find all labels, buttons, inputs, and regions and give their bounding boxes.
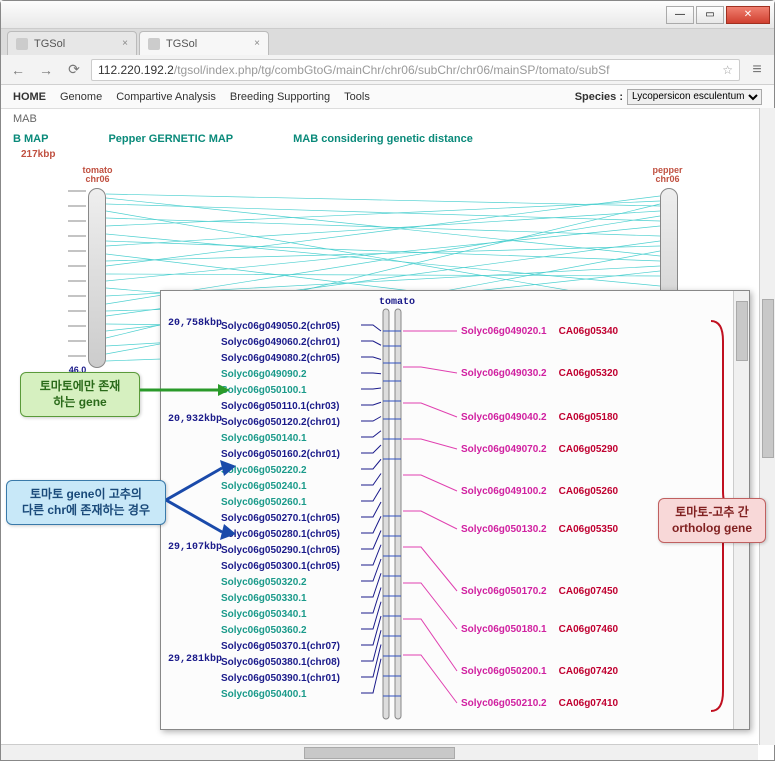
menu-genome[interactable]: Genome — [60, 91, 102, 103]
gene-row[interactable]: Solyc06g050340.1 — [221, 607, 340, 623]
tab-title: TGSol — [166, 38, 197, 50]
ortholog-row[interactable]: Solyc06g049100.2CA06g05260 — [461, 487, 618, 497]
arrow-blue — [166, 460, 236, 540]
gene-row[interactable]: Solyc06g050100.1 — [221, 383, 340, 399]
gene-row[interactable]: Solyc06g050110.1(chr03) — [221, 399, 340, 415]
species-selector: Species : Lycopersicon esculentum — [575, 89, 762, 105]
callout-ortholog: 토마토-고추 간ortholog gene — [658, 498, 766, 543]
gene-row[interactable]: Solyc06g050280.1(chr05) — [221, 527, 340, 543]
ortholog-row[interactable]: Solyc06g050130.2CA06g05350 — [461, 525, 618, 535]
back-button[interactable]: ← — [7, 59, 29, 81]
browser-tab-0[interactable]: TGSol × — [7, 31, 137, 55]
site-menu: HOME Genome Compartive Analysis Breeding… — [1, 85, 774, 109]
gene-row[interactable]: Solyc06g050370.1(chr07) — [221, 639, 340, 655]
gene-row[interactable]: Solyc06g050140.1 — [221, 431, 340, 447]
window-titlebar: — ▭ ✕ — [1, 1, 774, 29]
ortholog-row[interactable]: Solyc06g050170.2CA06g07450 — [461, 587, 618, 597]
species-label: Species : — [575, 91, 623, 103]
close-button[interactable]: ✕ — [726, 6, 770, 24]
forward-button[interactable]: → — [35, 59, 57, 81]
callout-tomato-only: 토마토에만 존재하는 gene — [20, 372, 140, 417]
menu-tools[interactable]: Tools — [344, 91, 370, 103]
gene-row[interactable]: Solyc06g049080.2(chr05) — [221, 351, 340, 367]
favicon-icon — [16, 38, 28, 50]
url-host: 112.220.192.2 — [98, 63, 174, 77]
gene-row[interactable]: Solyc06g050380.1(chr08) — [221, 655, 340, 671]
callout-other-chr: 토마토 gene이 고추의다른 chr에 존재하는 경우 — [6, 480, 166, 525]
url-path: /tgsol/index.php/tg/combGtoG/mainChr/chr… — [174, 63, 610, 77]
ortholog-row[interactable]: Solyc06g050210.2CA06g07410 — [461, 699, 618, 709]
minimize-button[interactable]: — — [666, 6, 694, 24]
kbp-label: 29,281kbp — [168, 654, 222, 665]
link-bmap[interactable]: B MAP — [13, 133, 48, 145]
gene-row[interactable]: Solyc06g049050.2(chr05) — [221, 319, 340, 335]
gene-row[interactable]: Solyc06g050300.1(chr05) — [221, 559, 340, 575]
gene-row[interactable]: Solyc06g050220.2 — [221, 463, 340, 479]
browser-tab-1[interactable]: TGSol × — [139, 31, 269, 55]
close-icon[interactable]: × — [254, 38, 260, 49]
link-mab[interactable]: MAB considering genetic distance — [293, 133, 473, 145]
link-pepper-map[interactable]: Pepper GERNETIC MAP — [108, 133, 233, 145]
ortholog-row[interactable]: Solyc06g050180.1CA06g07460 — [461, 625, 618, 635]
gene-row[interactable]: Solyc06g050260.1 — [221, 495, 340, 511]
reload-button[interactable]: ⟳ — [63, 59, 85, 81]
gene-row[interactable]: Solyc06g050360.2 — [221, 623, 340, 639]
kbp-label: 20,758kbp — [168, 318, 222, 329]
kbp-label: 29,107kbp — [168, 542, 222, 553]
gene-row[interactable]: Solyc06g050160.2(chr01) — [221, 447, 340, 463]
species-dropdown[interactable]: Lycopersicon esculentum — [627, 89, 762, 105]
map-links: B MAP Pepper GERNETIC MAP MAB considerin… — [1, 129, 774, 149]
gene-row[interactable]: Solyc06g049060.2(chr01) — [221, 335, 340, 351]
gene-row[interactable]: Solyc06g050120.2(chr01) — [221, 415, 340, 431]
menu-button[interactable]: ≡ — [746, 59, 768, 81]
ortholog-row[interactable]: Solyc06g049040.2CA06g05180 — [461, 413, 618, 423]
tabstrip: TGSol × TGSol × — [1, 29, 774, 55]
horizontal-scrollbar[interactable] — [1, 744, 758, 760]
favicon-icon — [148, 38, 160, 50]
address-bar: ← → ⟳ 112.220.192.2/tgsol/index.php/tg/c… — [1, 55, 774, 85]
url-field[interactable]: 112.220.192.2/tgsol/index.php/tg/combGto… — [91, 59, 740, 81]
maximize-button[interactable]: ▭ — [696, 6, 724, 24]
ortholog-row[interactable]: Solyc06g049030.2CA06g05320 — [461, 369, 618, 379]
scale-label: 217kbp — [1, 149, 774, 160]
vertical-scrollbar[interactable] — [759, 108, 775, 745]
gene-row[interactable]: Solyc06g050290.1(chr05) — [221, 543, 340, 559]
menu-home[interactable]: HOME — [13, 91, 46, 103]
gene-row[interactable]: Solyc06g050400.1 — [221, 687, 340, 703]
ortholog-row[interactable]: Solyc06g050200.1CA06g07420 — [461, 667, 618, 677]
close-icon[interactable]: × — [122, 38, 128, 49]
menu-breeding[interactable]: Breeding Supporting — [230, 91, 330, 103]
gene-row[interactable]: Solyc06g050390.1(chr01) — [221, 671, 340, 687]
bookmark-star-icon[interactable]: ☆ — [722, 63, 733, 77]
gene-list: Solyc06g049050.2(chr05)Solyc06g049060.2(… — [221, 319, 340, 703]
tab-title: TGSol — [34, 38, 65, 50]
ortholog-row[interactable]: Solyc06g049070.2CA06g05290 — [461, 445, 618, 455]
breadcrumb: MAB — [1, 109, 774, 129]
kbp-label: 20,932kbp — [168, 414, 222, 425]
gene-row[interactable]: Solyc06g050330.1 — [221, 591, 340, 607]
gene-row[interactable]: Solyc06g050270.1(chr05) — [221, 511, 340, 527]
arrow-green — [140, 382, 230, 402]
gene-row[interactable]: Solyc06g050320.2 — [221, 575, 340, 591]
menu-comparative[interactable]: Compartive Analysis — [116, 91, 216, 103]
ortholog-row[interactable]: Solyc06g049020.1CA06g05340 — [461, 327, 618, 337]
gene-row[interactable]: Solyc06g049090.2 — [221, 367, 340, 383]
gene-row[interactable]: Solyc06g050240.1 — [221, 479, 340, 495]
